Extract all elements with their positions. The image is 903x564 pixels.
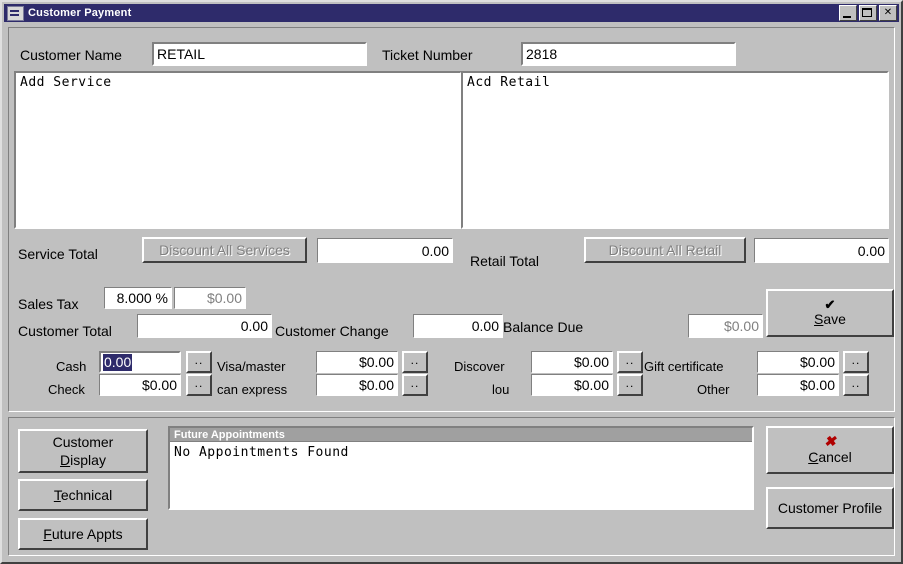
discount-all-services-label: Discount All Services (159, 241, 290, 258)
minimize-button[interactable] (839, 5, 857, 21)
customer-display-button[interactable]: Customer Display (18, 429, 148, 473)
payment-value-cash: 0.00 (103, 353, 133, 371)
payment-input-discover[interactable]: $0.00 (531, 351, 613, 373)
future-appointments-header: Future Appointments (170, 428, 752, 442)
future-appointments-panel: Future Appointments No Appointments Foun… (168, 426, 754, 510)
payment-input-iou[interactable]: $0.00 (531, 374, 613, 396)
balance-due-value: $0.00 (688, 314, 763, 338)
cancel-label: Cancel (808, 448, 852, 465)
title-bar-buttons: ✕ (839, 5, 897, 21)
payment-input-gift-certificate[interactable]: $0.00 (757, 351, 839, 373)
discount-all-retail-button[interactable]: Discount All Retail (584, 237, 746, 263)
future-appointments-body: No Appointments Found (174, 445, 349, 460)
program-icon (7, 5, 24, 21)
payment-lookup-discover[interactable]: .. (617, 351, 643, 373)
retail-total-value: 0.00 (754, 238, 889, 263)
payment-lookup-visa-master[interactable]: .. (402, 351, 428, 373)
customer-display-label-line2: Display (60, 451, 106, 468)
ticket-number-input[interactable]: 2818 (521, 42, 736, 66)
payment-label-gift-certificate: Gift certificate (644, 359, 724, 374)
payment-lookup-cash[interactable]: .. (186, 351, 212, 373)
payment-input-check[interactable]: $0.00 (99, 374, 181, 396)
payment-lookup-american-express[interactable]: .. (402, 374, 428, 396)
maximize-icon (862, 8, 872, 17)
future-appts-button[interactable]: Future Appts (18, 518, 148, 550)
customer-total-label: Customer Total (18, 323, 112, 339)
service-total-value: 0.00 (317, 238, 453, 263)
payment-label-check: Check (48, 382, 85, 397)
customer-name-label: Customer Name (20, 47, 122, 63)
x-icon: ✖ (824, 432, 836, 449)
payment-input-cash[interactable]: 0.00 (99, 351, 181, 373)
customer-profile-button[interactable]: Customer Profile (766, 487, 894, 529)
payment-lookup-check[interactable]: .. (186, 374, 212, 396)
technical-button[interactable]: Technical (18, 479, 148, 511)
customer-display-label-line1: Customer (52, 433, 114, 450)
save-button-label: Save (814, 310, 846, 327)
title-bar[interactable]: Customer Payment ✕ (4, 4, 899, 22)
payment-label-cash: Cash (56, 359, 87, 374)
sales-tax-rate-input[interactable]: 8.000 % (104, 287, 172, 309)
customer-profile-label: Customer Profile (777, 499, 883, 516)
save-button[interactable]: ✔ Save (766, 289, 894, 337)
customer-payment-window: Customer Payment ✕ Customer Name RETAIL … (0, 0, 903, 564)
sales-tax-amount: $0.00 (174, 287, 246, 309)
check-icon: ✔ (824, 296, 836, 312)
ticket-number-label: Ticket Number (382, 47, 473, 63)
payment-label-other: Other (697, 382, 730, 397)
payment-lookup-other[interactable]: .. (843, 374, 869, 396)
list-item[interactable]: Acd Retail (463, 73, 887, 90)
payment-lookup-gift-certificate[interactable]: .. (843, 351, 869, 373)
discount-all-retail-label: Discount All Retail (608, 241, 722, 258)
service-list[interactable]: Add Service (14, 71, 462, 229)
window-title: Customer Payment (28, 7, 132, 19)
payment-label-american-express: can express (217, 382, 288, 397)
payment-label-discover: Discover (454, 359, 505, 374)
discount-all-services-button[interactable]: Discount All Services (142, 237, 307, 263)
retail-total-label: Retail Total (470, 253, 540, 269)
balance-due-label: Balance Due (503, 319, 584, 335)
list-item[interactable]: Add Service (16, 73, 460, 90)
minimize-icon (843, 16, 851, 18)
service-total-label: Service Total (18, 246, 98, 262)
cancel-button[interactable]: ✖ Cancel (766, 426, 894, 474)
payment-label-visa-master: Visa/master (217, 359, 286, 374)
future-appts-label: Future Appts (43, 525, 123, 542)
customer-change-value: 0.00 (413, 314, 503, 338)
close-icon: ✕ (883, 7, 893, 18)
maximize-button[interactable] (859, 5, 877, 21)
payment-input-american-express[interactable]: $0.00 (316, 374, 398, 396)
payment-label-iou: lou (492, 382, 510, 397)
payment-lookup-iou[interactable]: .. (617, 374, 643, 396)
customer-name-input[interactable]: RETAIL (152, 42, 367, 66)
dialog-client-area: Customer Name RETAIL Ticket Number 2818 … (4, 23, 899, 560)
close-button[interactable]: ✕ (879, 5, 897, 21)
customer-change-label: Customer Change (275, 323, 389, 339)
retail-list[interactable]: Acd Retail (461, 71, 889, 229)
customer-total-value: 0.00 (137, 314, 272, 338)
sales-tax-label: Sales Tax (18, 296, 79, 312)
payment-input-visa-master[interactable]: $0.00 (316, 351, 398, 373)
payment-input-other[interactable]: $0.00 (757, 374, 839, 396)
technical-label: Technical (53, 486, 113, 503)
